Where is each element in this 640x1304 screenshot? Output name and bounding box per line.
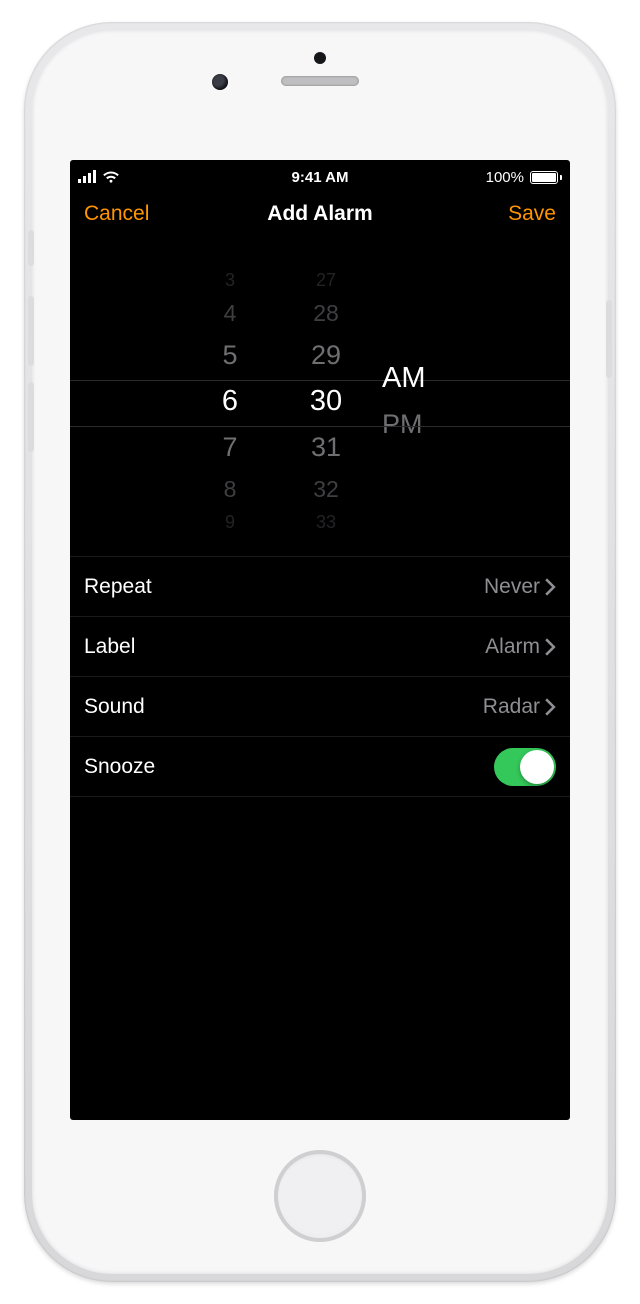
screen: 9:41 AM 100% Cancel Add Alarm Save 3 [70,160,570,1120]
snooze-label: Snooze [84,755,494,779]
minute-option: 32 [313,470,339,508]
alarm-settings-list: Repeat Never Label Alarm Sound Radar Sno… [70,556,570,797]
minute-option: 27 [316,266,336,294]
minute-selected: 30 [310,378,342,424]
status-bar-right: 100% [348,169,562,186]
repeat-row[interactable]: Repeat Never [70,557,570,617]
minute-option: 28 [313,294,339,332]
status-bar-time: 9:41 AM [292,169,349,186]
home-button[interactable] [274,1150,366,1242]
chevron-right-icon [544,578,556,596]
iphone-bezel: 9:41 AM 100% Cancel Add Alarm Save 3 [32,30,608,1274]
page-title: Add Alarm [164,202,476,226]
cellular-signal-icon [78,171,96,183]
cancel-button[interactable]: Cancel [84,202,164,226]
hour-option: 9 [225,508,235,536]
status-bar-left [78,170,292,184]
battery-icon [530,171,562,184]
chevron-right-icon [544,698,556,716]
hour-option: 7 [222,424,237,470]
nav-bar: Cancel Add Alarm Save [70,190,570,246]
hour-picker[interactable]: 3 4 5 6 7 8 9 [182,246,278,556]
snooze-row: Snooze [70,737,570,797]
period-option: PM [382,401,423,447]
hour-option: 5 [222,332,237,378]
hour-option: 4 [224,294,237,332]
volume-up-button [28,296,34,366]
label-value: Alarm [485,635,540,659]
hour-option: 8 [224,470,237,508]
hour-selected: 6 [222,378,238,424]
volume-down-button [28,382,34,452]
save-button[interactable]: Save [476,202,556,226]
repeat-value: Never [484,575,540,599]
label-label: Label [84,635,485,659]
minute-option: 29 [311,332,341,378]
sound-value: Radar [483,695,540,719]
time-picker: 3 4 5 6 7 8 9 27 28 29 30 3 [70,246,570,556]
sound-label: Sound [84,695,483,719]
hour-option: 3 [225,266,235,294]
status-bar: 9:41 AM 100% [70,160,570,190]
period-selected: AM [382,355,426,401]
minute-option: 33 [316,508,336,536]
repeat-label: Repeat [84,575,484,599]
wifi-icon [102,170,120,184]
earpiece-speaker [281,76,359,86]
minute-picker[interactable]: 27 28 29 30 31 32 33 [278,246,374,556]
period-picker[interactable]: AM PM [374,246,458,556]
snooze-toggle[interactable] [494,748,556,786]
mute-switch [28,230,34,266]
battery-percent: 100% [486,169,524,186]
chevron-right-icon [544,638,556,656]
proximity-sensor [314,52,326,64]
label-row[interactable]: Label Alarm [70,617,570,677]
iphone-device-frame: 9:41 AM 100% Cancel Add Alarm Save 3 [24,22,616,1282]
minute-option: 31 [311,424,341,470]
power-button [606,300,612,378]
sound-row[interactable]: Sound Radar [70,677,570,737]
front-camera [212,74,228,90]
